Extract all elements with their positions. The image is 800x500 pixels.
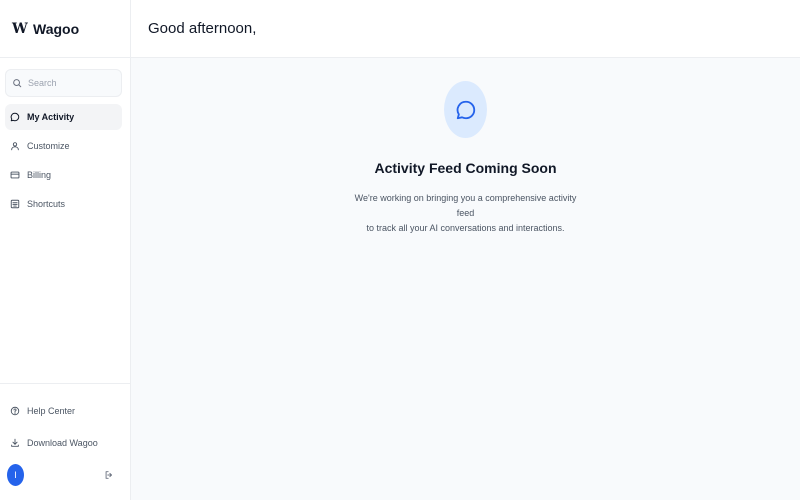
sidebar-item-label: Customize: [27, 141, 70, 151]
empty-state-description-line1: We're working on bringing you a comprehe…: [354, 193, 577, 218]
search-input[interactable]: [28, 78, 116, 88]
activity-empty-state: Activity Feed Coming Soon We're working …: [131, 58, 800, 500]
sidebar-item-label: My Activity: [27, 112, 75, 122]
main-area: Good afternoon, Activity Feed Coming Soo…: [131, 0, 800, 500]
sidebar-item-download-wagoo[interactable]: Download Wagoo: [5, 430, 122, 456]
page-title: Good afternoon,: [148, 20, 257, 37]
app-window: W Wagoo My Activity Customize: [0, 0, 800, 500]
logout-icon: [105, 471, 112, 479]
search-box[interactable]: [5, 69, 122, 97]
help-circle-icon: [10, 406, 20, 416]
empty-state-icon-badge: [444, 81, 487, 138]
user-row: I: [5, 464, 122, 486]
sidebar-item-label: Help Center: [27, 406, 76, 416]
top-bar: Good afternoon,: [131, 0, 800, 58]
sidebar-item-billing[interactable]: Billing: [5, 162, 122, 188]
sidebar-item-customize[interactable]: Customize: [5, 133, 122, 159]
sidebar-item-label: Shortcuts: [27, 199, 66, 209]
logout-button[interactable]: [104, 470, 114, 480]
user-icon: [11, 142, 19, 151]
empty-state-description: We're working on bringing you a comprehe…: [346, 191, 586, 236]
search-icon: [13, 79, 22, 88]
brand-name: Wagoo: [33, 20, 80, 37]
sidebar-item-help-center[interactable]: Help Center: [5, 398, 122, 424]
download-icon: [11, 438, 19, 447]
chat-bubble-icon: [456, 100, 475, 119]
avatar[interactable]: I: [7, 464, 24, 486]
sidebar-nav: My Activity Customize Billing Shortcuts: [0, 101, 130, 217]
sidebar-item-my-activity[interactable]: My Activity: [5, 104, 122, 130]
sidebar: W Wagoo My Activity Customize: [0, 0, 131, 500]
sidebar-item-shortcuts[interactable]: Shortcuts: [5, 191, 122, 217]
credit-card-icon: [10, 171, 20, 179]
empty-state-description-line2: to track all your AI conversations and i…: [366, 223, 565, 233]
chat-bubble-icon: [10, 112, 20, 122]
empty-state-title: Activity Feed Coming Soon: [374, 160, 557, 176]
keyboard-icon: [10, 199, 20, 209]
sidebar-bottom: Help Center Download Wagoo I: [0, 383, 130, 500]
brand[interactable]: W Wagoo: [0, 0, 130, 58]
sidebar-item-label: Billing: [27, 170, 52, 180]
sidebar-item-label: Download Wagoo: [27, 438, 98, 448]
brand-logo-icon: W: [12, 20, 28, 37]
